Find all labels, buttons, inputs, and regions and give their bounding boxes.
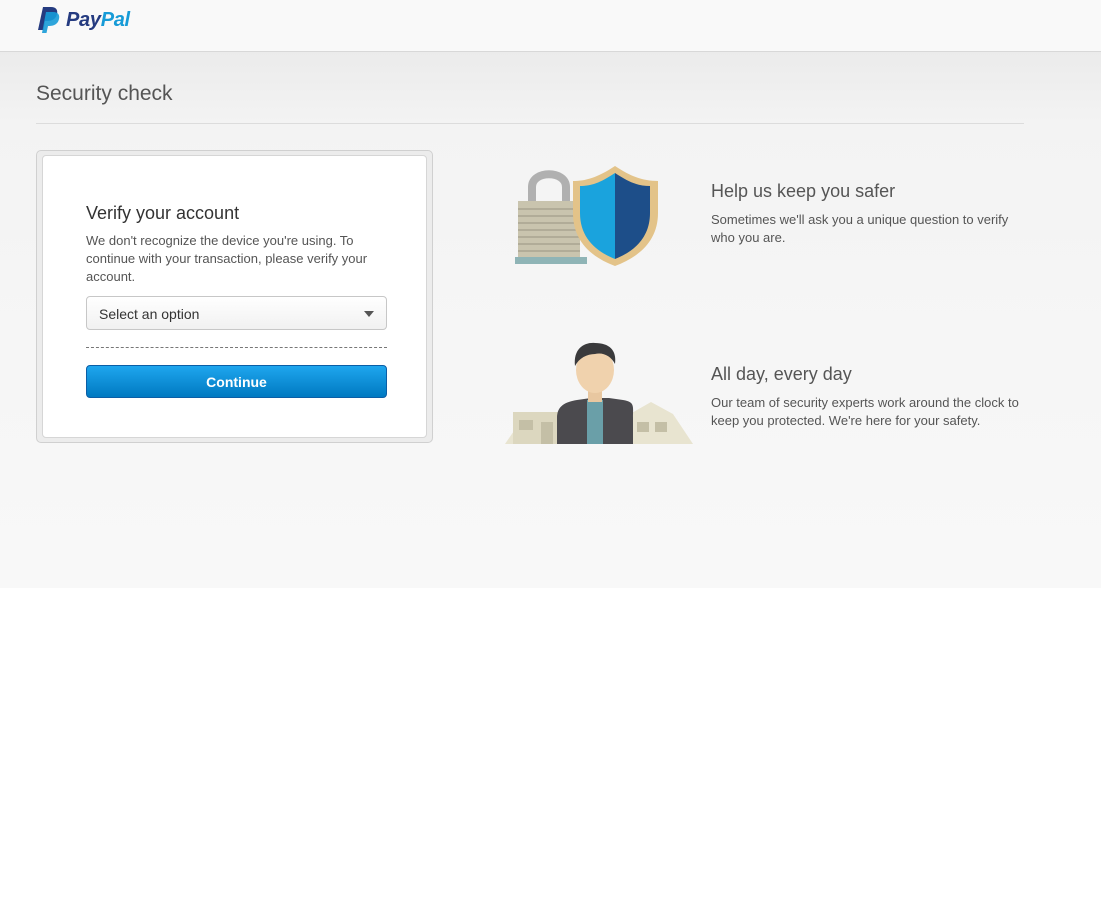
lock-shield-icon	[515, 166, 658, 266]
continue-button[interactable]: Continue	[86, 365, 387, 398]
verify-title: Verify your account	[86, 203, 240, 223]
verify-description: We don't recognize the device you're usi…	[86, 233, 368, 284]
caret-down-icon	[364, 311, 374, 317]
verification-method-select[interactable]: Select an option	[86, 296, 387, 330]
logo-word-pal: Pal	[100, 9, 130, 31]
logo-word-pay: Pay	[66, 9, 101, 31]
dashed-divider	[86, 347, 387, 348]
security-expert-icon	[505, 342, 693, 444]
verify-card-frame: Verify your account We don't recognize t…	[36, 150, 433, 443]
site-header: PayPal	[0, 0, 1101, 52]
feature-desc-allday: Our team of security experts work around…	[711, 395, 1019, 428]
select-value: Select an option	[99, 306, 200, 322]
paypal-wordmark: PayPal	[66, 6, 130, 34]
verify-card: Verify your account We don't recognize t…	[42, 155, 427, 438]
feature-desc-safer: Sometimes we'll ask you a unique questio…	[711, 212, 1009, 245]
paypal-logo[interactable]: PayPal	[36, 6, 130, 34]
feature-title-safer: Help us keep you safer	[711, 181, 896, 201]
title-divider	[36, 123, 1024, 124]
paypal-p-icon	[38, 7, 60, 33]
page-title: Security check	[36, 82, 173, 105]
feature-title-allday: All day, every day	[711, 364, 852, 384]
